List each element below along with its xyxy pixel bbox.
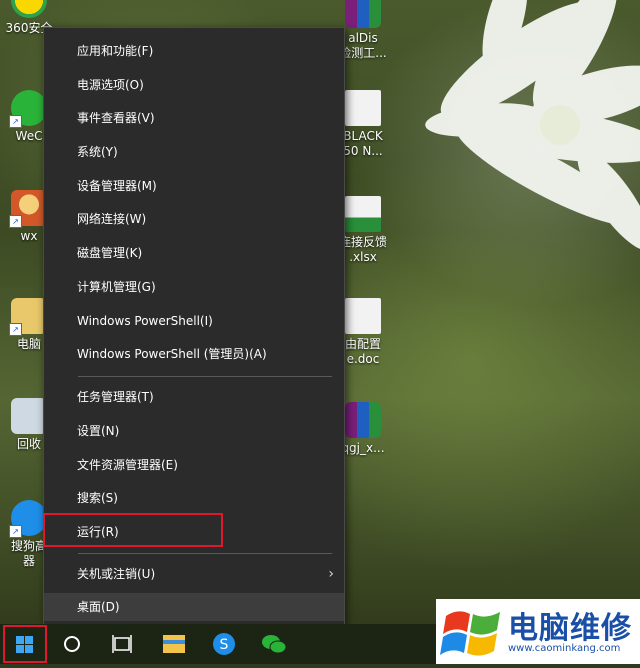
sogou-browser-icon: S <box>213 633 235 655</box>
watermark-url: www.caominkang.com <box>508 643 621 654</box>
desktop-icon-label-line2: 50 N... <box>343 144 383 158</box>
desktop-icon-label-line2: .xlsx <box>349 250 377 264</box>
folder-icon <box>163 635 185 653</box>
game-character-icon: ↗ <box>9 190 47 228</box>
menu-item-device-manager[interactable]: 设备管理器(M) <box>44 172 344 200</box>
archive-icon <box>345 402 381 438</box>
desktop-icon-label: alDis <box>348 31 378 45</box>
file-explorer-button[interactable] <box>150 624 198 664</box>
desktop-icon-label: 由配置 <box>344 337 381 351</box>
menu-item-disk-management[interactable]: 磁盘管理(K) <box>44 239 344 267</box>
svg-text:S: S <box>220 637 229 653</box>
desktop-icon-label: 连接反馈 <box>338 235 387 249</box>
menu-item-computer-management[interactable]: 计算机管理(G) <box>44 273 344 301</box>
desktop-icon-label: BLACK <box>343 129 383 143</box>
desktop-icon-label-line2: e.doc <box>346 352 380 366</box>
menu-item-event-viewer[interactable]: 事件查看器(V) <box>44 104 344 132</box>
cortana-button[interactable] <box>48 624 96 664</box>
menu-item-network-connections[interactable]: 网络连接(W) <box>44 205 344 233</box>
recycle-bin-icon <box>11 398 47 434</box>
flower-center <box>540 105 580 145</box>
menu-item-shutdown-signout[interactable]: 关机或注销(U) › <box>44 560 344 588</box>
menu-item-powershell[interactable]: Windows PowerShell(I) <box>44 307 344 335</box>
desktop-icon-label-line2: 检测工... <box>339 46 387 60</box>
cortana-circle-icon <box>64 636 80 652</box>
menu-item-powershell-admin[interactable]: Windows PowerShell (管理员)(A) <box>44 340 344 368</box>
menu-item-file-explorer[interactable]: 文件资源管理器(E) <box>44 451 344 479</box>
desktop-icon-label: 回收 <box>16 437 41 451</box>
menu-item-task-manager[interactable]: 任务管理器(T) <box>44 383 344 411</box>
task-view-button[interactable] <box>98 624 146 664</box>
task-view-icon <box>112 635 132 653</box>
start-button-highlight-box <box>3 625 47 663</box>
run-highlight-box <box>43 513 223 547</box>
menu-item-power-options[interactable]: 电源选项(O) <box>44 71 344 99</box>
chevron-right-icon: › <box>328 566 334 582</box>
menu-separator <box>78 376 332 377</box>
menu-separator <box>78 553 332 554</box>
desktop-icon-label: 电脑 <box>16 337 41 351</box>
menu-item-label: 关机或注销(U) <box>77 567 156 581</box>
document-icon <box>345 90 381 126</box>
wechat-button[interactable] <box>250 624 298 664</box>
desktop-icon-label: qgj_x... <box>341 441 385 455</box>
360-safe-icon <box>11 0 47 18</box>
watermark-title: 电脑维修 <box>508 611 632 646</box>
watermark-logo: 电脑维修 www.caominkang.com <box>436 599 640 664</box>
archive-icon <box>345 0 381 28</box>
sogou-icon: ↗ <box>9 500 47 538</box>
menu-item-system[interactable]: 系统(Y) <box>44 138 344 166</box>
menu-item-settings[interactable]: 设置(N) <box>44 417 344 445</box>
windows-flag-logo <box>440 611 500 656</box>
desktop-icon-label: wx <box>20 229 38 243</box>
menu-item-search[interactable]: 搜索(S) <box>44 484 344 512</box>
desktop-icon-label: WeC <box>15 129 43 143</box>
sogou-browser-button[interactable]: S <box>200 624 248 664</box>
menu-item-desktop[interactable]: 桌面(D) <box>44 593 344 621</box>
menu-item-apps-features[interactable]: 应用和功能(F) <box>44 37 344 65</box>
word-file-icon <box>345 298 381 334</box>
folder-icon: ↗ <box>9 298 47 336</box>
excel-file-icon <box>345 196 381 232</box>
desktop-icon-label-line2: 器 <box>22 554 35 568</box>
wechat-icon <box>262 635 287 654</box>
desktop-icon-label: 搜狗高 <box>10 539 47 553</box>
wechat-icon: ↗ <box>9 90 47 128</box>
